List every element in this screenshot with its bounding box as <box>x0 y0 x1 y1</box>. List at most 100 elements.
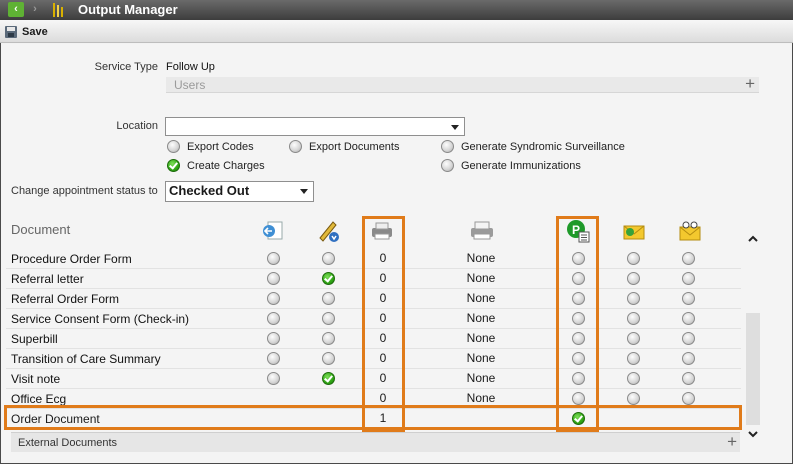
publish-radio[interactable] <box>572 352 585 365</box>
export-icon[interactable] <box>260 218 286 244</box>
chevron-down-icon <box>300 189 308 194</box>
table-row[interactable]: Referral letter 0 None <box>6 269 741 289</box>
copies-value[interactable]: 0 <box>373 311 393 325</box>
table-row[interactable]: Procedure Order Form 0 None <box>6 249 741 269</box>
sign-radio[interactable] <box>322 332 335 345</box>
publish-radio[interactable] <box>572 292 585 305</box>
export-radio[interactable] <box>267 372 280 385</box>
save-button[interactable]: Save <box>4 24 48 40</box>
publish-radio[interactable] <box>572 312 585 325</box>
email-radio[interactable] <box>627 372 640 385</box>
sign-radio[interactable] <box>322 372 335 385</box>
plus-icon[interactable]: + <box>745 74 755 94</box>
fax-radio[interactable] <box>682 352 695 365</box>
radio-export-codes[interactable] <box>167 140 180 153</box>
export-radio[interactable] <box>267 352 280 365</box>
forward-arrow-icon[interactable]: › <box>28 2 42 17</box>
service-type-value: Follow Up <box>166 61 215 73</box>
table-row[interactable]: Superbill 0 None <box>6 329 741 349</box>
publish-radio[interactable] <box>572 392 585 405</box>
plus-icon[interactable]: + <box>727 432 737 452</box>
fax-icon[interactable] <box>677 218 703 244</box>
table-row[interactable]: Transition of Care Summary 0 None <box>6 349 741 369</box>
sign-pen-icon[interactable] <box>315 218 341 244</box>
option-export-documents[interactable]: Export Documents <box>289 140 399 153</box>
publish-radio[interactable] <box>572 252 585 265</box>
printer-value[interactable]: None <box>461 291 501 305</box>
copies-value[interactable]: 0 <box>373 251 393 265</box>
export-radio[interactable] <box>267 312 280 325</box>
export-radio[interactable] <box>267 292 280 305</box>
email-radio[interactable] <box>627 312 640 325</box>
printer-value[interactable]: None <box>461 371 501 385</box>
publish-radio[interactable] <box>572 272 585 285</box>
sign-radio[interactable] <box>322 312 335 325</box>
email-radio[interactable] <box>627 292 640 305</box>
printer-value[interactable]: None <box>461 311 501 325</box>
appt-status-select[interactable]: Checked Out <box>165 181 314 202</box>
fax-radio[interactable] <box>682 272 695 285</box>
copies-value[interactable]: 0 <box>373 331 393 345</box>
radio-export-documents[interactable] <box>289 140 302 153</box>
order-document-row[interactable]: Order Document 1 <box>6 408 741 430</box>
option-create-charges[interactable]: Create Charges <box>167 159 265 172</box>
option-syndromic-surveillance[interactable]: Generate Syndromic Surveillance <box>441 140 625 153</box>
publish-radio[interactable] <box>572 412 585 425</box>
printer-copies-icon[interactable] <box>369 218 395 244</box>
sign-radio[interactable] <box>322 352 335 365</box>
email-radio[interactable] <box>627 352 640 365</box>
email-radio[interactable] <box>627 252 640 265</box>
table-row[interactable]: Referral Order Form 0 None <box>6 289 741 309</box>
printer-value[interactable]: None <box>461 271 501 285</box>
copies-value[interactable]: 0 <box>373 271 393 285</box>
export-radio[interactable] <box>267 252 280 265</box>
users-panel[interactable]: Users + <box>166 74 759 94</box>
option-generate-immunizations[interactable]: Generate Immunizations <box>441 159 581 172</box>
printer-value[interactable]: None <box>461 391 501 405</box>
option-export-codes[interactable]: Export Codes <box>167 140 254 153</box>
app-icon <box>53 3 63 17</box>
radio-create-charges[interactable] <box>167 159 180 172</box>
fax-radio[interactable] <box>682 372 695 385</box>
export-radio[interactable] <box>267 272 280 285</box>
grid-scrollbar[interactable] <box>746 229 760 441</box>
fax-radio[interactable] <box>682 332 695 345</box>
export-radio[interactable] <box>267 332 280 345</box>
printer-value[interactable]: None <box>461 331 501 345</box>
radio-generate-immunizations[interactable] <box>441 159 454 172</box>
copies-value[interactable]: 0 <box>373 391 393 405</box>
copies-value[interactable]: 1 <box>373 411 393 425</box>
table-row[interactable]: Service Consent Form (Check-in) 0 None <box>6 309 741 329</box>
sign-radio[interactable] <box>322 272 335 285</box>
email-radio[interactable] <box>627 332 640 345</box>
copies-value[interactable]: 0 <box>373 371 393 385</box>
fax-radio[interactable] <box>682 312 695 325</box>
scroll-track[interactable] <box>746 313 760 425</box>
email-icon[interactable] <box>621 218 647 244</box>
copies-value[interactable]: 0 <box>373 291 393 305</box>
external-documents-panel[interactable]: External Documents + <box>11 432 740 452</box>
printer-value[interactable]: None <box>461 251 501 265</box>
fax-radio[interactable] <box>682 292 695 305</box>
fax-radio[interactable] <box>682 392 695 405</box>
chevron-up-icon[interactable] <box>747 233 759 245</box>
back-arrow-icon[interactable]: ‹ <box>8 2 24 17</box>
publish-radio[interactable] <box>572 332 585 345</box>
fax-radio[interactable] <box>682 252 695 265</box>
table-row[interactable]: Visit note 0 None <box>6 369 741 389</box>
appt-status-label: Change appointment status to <box>11 185 158 197</box>
printer-icon[interactable] <box>469 218 495 244</box>
email-radio[interactable] <box>627 272 640 285</box>
chevron-down-icon[interactable] <box>747 428 759 440</box>
sign-radio[interactable] <box>322 252 335 265</box>
radio-syndromic-surveillance[interactable] <box>441 140 454 153</box>
location-select[interactable] <box>165 117 465 136</box>
publish-radio[interactable] <box>572 372 585 385</box>
copies-value[interactable]: 0 <box>373 351 393 365</box>
email-radio[interactable] <box>627 392 640 405</box>
publish-icon[interactable]: P <box>565 218 591 244</box>
sign-radio[interactable] <box>322 292 335 305</box>
printer-value[interactable]: None <box>461 351 501 365</box>
table-row[interactable]: Office Ecg 0 None <box>6 389 741 409</box>
users-label: Users <box>174 78 206 92</box>
